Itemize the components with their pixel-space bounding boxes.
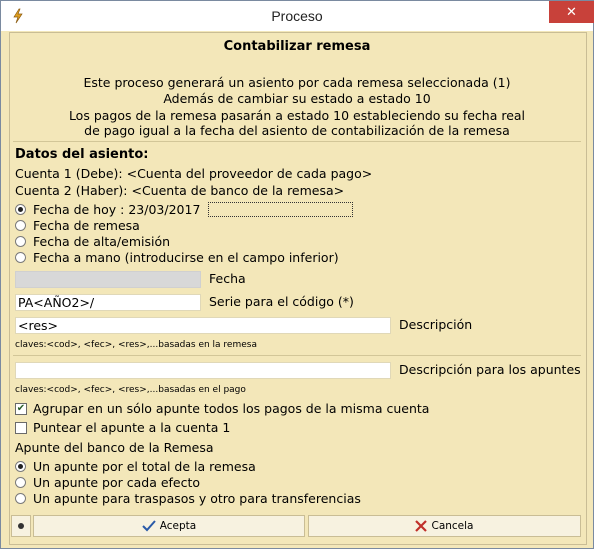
checkmark-icon xyxy=(142,520,156,532)
focus-outline xyxy=(208,202,353,217)
info-line-2: Además de cambiar su estado a estado 10 xyxy=(163,91,431,106)
apunte-traspasos-label[interactable]: Un apunte para traspasos y otro para tra… xyxy=(33,491,361,506)
serie-input[interactable]: PA<AÑO2>/ xyxy=(15,294,201,311)
fecha-alta-label[interactable]: Fecha de alta/emisión xyxy=(33,234,170,249)
info-line-4: de pago igual a la fecha del asiento de … xyxy=(84,123,510,138)
descripcion-input[interactable]: <res> xyxy=(15,317,391,334)
apunte-total-label[interactable]: Un apunte por el total de la remesa xyxy=(33,459,256,474)
fecha-input[interactable] xyxy=(15,271,201,288)
cancel-button[interactable]: Cancela xyxy=(308,515,581,537)
fecha-mano-label[interactable]: Fecha a mano (introducirse en el campo i… xyxy=(33,250,339,265)
accept-label: Acepta xyxy=(159,520,197,532)
puntear-checkbox[interactable] xyxy=(15,422,27,434)
fecha-remesa-label[interactable]: Fecha de remesa xyxy=(33,218,140,233)
info-line-3: Los pagos de la remesa pasarán a estado … xyxy=(68,108,526,123)
cuenta2-text: Cuenta 2 (Haber): <Cuenta de banco de la… xyxy=(15,183,345,198)
divider xyxy=(13,355,581,356)
window-title: Proceso xyxy=(271,8,323,24)
apunte-banco-title: Apunte del banco de la Remesa xyxy=(15,440,214,455)
agrupar-label[interactable]: Agrupar en un sólo apunte todos los pago… xyxy=(33,401,429,416)
agrupar-checkbox[interactable]: ✔ xyxy=(15,403,27,415)
accept-button[interactable]: Acepta xyxy=(33,515,305,537)
page-title: Contabilizar remesa xyxy=(223,39,371,54)
apunte-efecto-label[interactable]: Un apunte por cada efecto xyxy=(33,475,200,490)
divider xyxy=(13,141,581,142)
fecha-label: Fecha xyxy=(209,271,246,286)
dot-icon xyxy=(18,523,24,529)
descripcion-hint: claves:<cod>, <fec>, <res>,...basadas en… xyxy=(15,340,257,350)
descripcion-apuntes-label: Descripción para los apuntes xyxy=(399,362,581,377)
info-line-1: Este proceso generará un asiento por cad… xyxy=(83,75,511,90)
radio-fecha-alta[interactable] xyxy=(15,236,26,247)
descripcion-label: Descripción xyxy=(399,317,473,332)
fecha-hoy-label[interactable]: Fecha de hoy : 23/03/2017 xyxy=(33,202,200,217)
radio-apunte-total[interactable] xyxy=(15,461,26,472)
cross-icon xyxy=(415,520,428,532)
serie-label: Serie para el código (*) xyxy=(209,294,354,309)
cancel-label: Cancela xyxy=(431,520,474,532)
close-button[interactable]: ✕ xyxy=(549,1,594,23)
radio-fecha-hoy[interactable] xyxy=(15,204,26,215)
radio-fecha-mano[interactable] xyxy=(15,252,26,263)
options-button[interactable] xyxy=(11,515,31,537)
datos-title: Datos del asiento: xyxy=(15,147,149,162)
process-window: Proceso ✕ Contabilizar remesa Este proce… xyxy=(0,0,594,549)
descripcion-apuntes-hint: claves:<cod>, <fec>, <res>,...basadas en… xyxy=(15,385,246,395)
radio-apunte-efecto[interactable] xyxy=(15,477,26,488)
radio-apunte-traspasos[interactable] xyxy=(15,493,26,504)
title-bar[interactable]: Proceso ✕ xyxy=(1,1,594,31)
radio-fecha-remesa[interactable] xyxy=(15,220,26,231)
puntear-label[interactable]: Puntear el apunte a la cuenta 1 xyxy=(33,420,230,435)
cuenta1-text: Cuenta 1 (Debe): <Cuenta del proveedor d… xyxy=(15,166,373,181)
descripcion-apuntes-input[interactable] xyxy=(15,362,391,379)
